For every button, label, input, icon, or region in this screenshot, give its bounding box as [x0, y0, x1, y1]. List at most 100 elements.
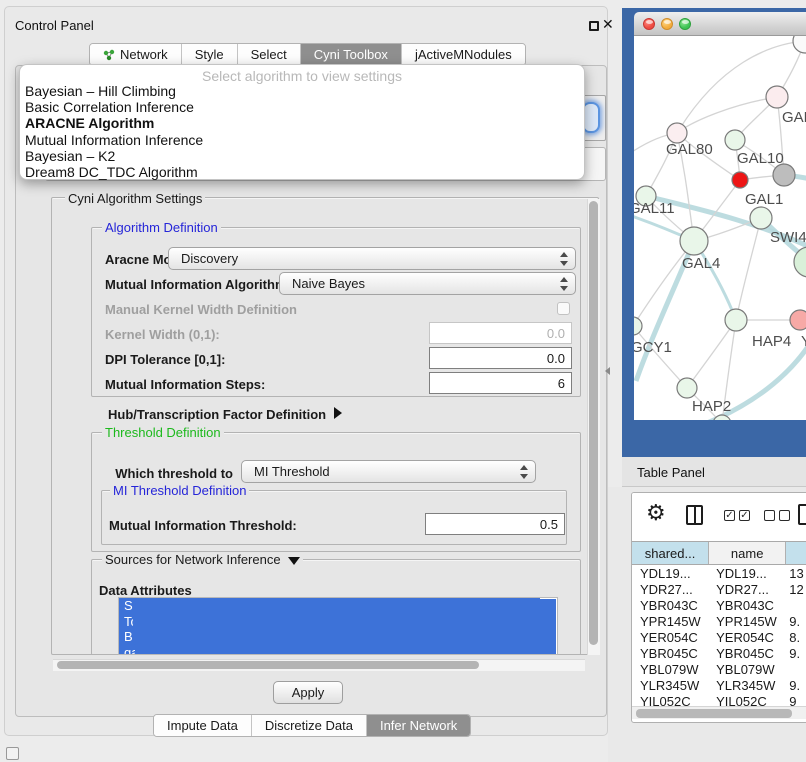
mi-threshold-field[interactable]: 0.5: [425, 513, 565, 535]
mi-threshold-label: Mutual Information Threshold:: [109, 518, 297, 533]
network-node-gal4[interactable]: [680, 227, 708, 255]
aracne-mode-select[interactable]: Discovery: [168, 247, 576, 270]
kernel-width-field[interactable]: 0.0: [429, 322, 572, 344]
checkbox-checked-icon[interactable]: ✓: [739, 510, 750, 521]
mi-type-select[interactable]: Naive Bayes: [279, 272, 576, 295]
network-edge[interactable]: [736, 218, 761, 320]
manual-kernel-checkbox[interactable]: [557, 302, 570, 315]
cell-value: 12: [786, 582, 806, 598]
table-row[interactable]: YDR27... YDR27... 12: [632, 582, 806, 598]
close-traffic-icon[interactable]: [643, 18, 655, 30]
tab-discretize-data[interactable]: Discretize Data: [252, 715, 367, 736]
minimize-traffic-icon[interactable]: [661, 18, 673, 30]
mi-threshold-group-title: MI Threshold Definition: [110, 483, 249, 498]
cell-name: YBL079W: [709, 662, 786, 678]
network-canvas[interactable]: GALGAL80GAL10GAL1GAL11GAL4SWI4GCY1HAP4YH…: [634, 36, 806, 420]
network-window-titlebar[interactable]: [634, 12, 806, 36]
dropdown-item[interactable]: Mutual Information Inference: [20, 132, 584, 148]
network-node-gal[interactable]: [766, 86, 788, 108]
network-node-hap2[interactable]: [677, 378, 697, 398]
table-row[interactable]: YPR145W YPR145W 9.: [632, 614, 806, 630]
apply-button[interactable]: Apply: [273, 681, 343, 704]
dpi-tolerance-field[interactable]: 0.0: [429, 347, 572, 369]
network-node-gal80[interactable]: [667, 123, 687, 143]
network-node-y[interactable]: [790, 310, 806, 330]
network-node[interactable]: [773, 164, 795, 186]
dropdown-item[interactable]: ARACNE Algorithm: [20, 115, 584, 131]
table-horizontal-scrollbar[interactable]: [632, 706, 806, 719]
split-columns-icon[interactable]: [686, 505, 703, 525]
tab-style[interactable]: Style: [182, 44, 238, 65]
column-header-name[interactable]: name: [709, 542, 786, 564]
close-icon[interactable]: ✕: [602, 16, 614, 33]
cell-name: YBR045C: [709, 646, 786, 662]
tab-network[interactable]: Network: [90, 44, 182, 65]
table-header-row: shared... name: [632, 541, 806, 565]
network-node-gcy1[interactable]: [634, 317, 642, 335]
attributes-scrollbar[interactable]: [135, 599, 556, 655]
cell-shared-name: YDR27...: [632, 582, 709, 598]
dropdown-item[interactable]: Dream8 DC_TDC Algorithm: [20, 164, 584, 180]
checkbox-unchecked-icon[interactable]: [764, 510, 775, 521]
document-icon[interactable]: [798, 504, 806, 525]
table-row[interactable]: YBR043C YBR043C: [632, 598, 806, 614]
cell-name: YBR043C: [709, 598, 786, 614]
network-node[interactable]: [793, 36, 806, 53]
aracne-mode-value: Discovery: [181, 251, 238, 266]
float-window-icon[interactable]: [589, 21, 599, 31]
node-table-panel: ⚙ ✓ ✓ shared... name YDL19... YDL19... 1…: [631, 492, 806, 723]
checkbox-checked-icon[interactable]: ✓: [724, 510, 735, 521]
settings-vertical-thumb[interactable]: [589, 201, 598, 645]
tab-label: Network: [120, 47, 168, 62]
network-node-swi4[interactable]: [750, 207, 772, 229]
network-edge[interactable]: [634, 326, 687, 388]
network-node-hap4[interactable]: [725, 309, 747, 331]
bottom-tab-bar: Impute Data Discretize Data Infer Networ…: [153, 714, 471, 737]
split-pane-handle[interactable]: [605, 367, 610, 375]
table-toolbar: ⚙ ✓ ✓: [632, 493, 806, 541]
hub-definition-toggle[interactable]: Hub/Transcription Factor Definition: [108, 407, 342, 422]
tab-impute-data[interactable]: Impute Data: [154, 715, 252, 736]
table-row[interactable]: YER054C YER054C 8.: [632, 630, 806, 646]
cell-shared-name: YBL079W: [632, 662, 709, 678]
table-row[interactable]: YLR345W YLR345W 9.: [632, 678, 806, 694]
table-scroll-thumb[interactable]: [636, 709, 792, 718]
dropdown-item[interactable]: Bayesian – K2: [20, 148, 584, 164]
network-glyph-icon: [103, 49, 115, 61]
dropdown-item[interactable]: Basic Correlation Inference: [20, 99, 584, 115]
which-threshold-select[interactable]: MI Threshold: [241, 460, 536, 483]
tab-label: Select: [251, 47, 287, 62]
column-header-shared[interactable]: shared...: [632, 542, 709, 564]
network-edge[interactable]: [677, 97, 777, 133]
stepper-icon: [559, 252, 569, 266]
settings-horizontal-thumb[interactable]: [57, 661, 479, 669]
tab-cyni-toolbox[interactable]: Cyni Toolbox: [301, 44, 402, 65]
zoom-traffic-icon[interactable]: [679, 18, 691, 30]
stepper-icon: [519, 465, 529, 479]
node-label: SWI4: [770, 229, 806, 246]
which-threshold-value: MI Threshold: [254, 464, 330, 479]
tab-label: Impute Data: [167, 718, 238, 733]
sources-group-title[interactable]: Sources for Network Inference: [102, 552, 303, 567]
network-edge[interactable]: [687, 320, 736, 388]
mi-steps-field[interactable]: 6: [429, 372, 572, 394]
dropdown-items: Bayesian – Hill ClimbingBasic Correlatio…: [20, 83, 584, 180]
checkbox-unchecked-icon[interactable]: [779, 510, 790, 521]
network-node-gal10[interactable]: [725, 130, 745, 150]
gear-icon[interactable]: ⚙: [646, 500, 666, 526]
tab-select[interactable]: Select: [238, 44, 301, 65]
network-node-gal1[interactable]: [732, 172, 748, 188]
column-header-partial[interactable]: [786, 542, 806, 564]
collapsed-panel-icon[interactable]: [6, 747, 19, 760]
table-row[interactable]: YDL19... YDL19... 13: [632, 566, 806, 582]
cell-name: YDR27...: [709, 582, 786, 598]
table-row[interactable]: YBR045C YBR045C 9.: [632, 646, 806, 662]
cell-value: 9.: [786, 614, 806, 630]
table-row[interactable]: YIL052C YIL052C 9: [632, 694, 806, 706]
cell-name: YLR345W: [709, 678, 786, 694]
dropdown-item[interactable]: Bayesian – Hill Climbing: [20, 83, 584, 99]
tab-infer-network[interactable]: Infer Network: [367, 715, 470, 736]
tab-jactivemnodules[interactable]: jActiveMNodules: [402, 44, 525, 65]
data-attributes-label: Data Attributes: [99, 583, 192, 598]
table-row[interactable]: YBL079W YBL079W: [632, 662, 806, 678]
